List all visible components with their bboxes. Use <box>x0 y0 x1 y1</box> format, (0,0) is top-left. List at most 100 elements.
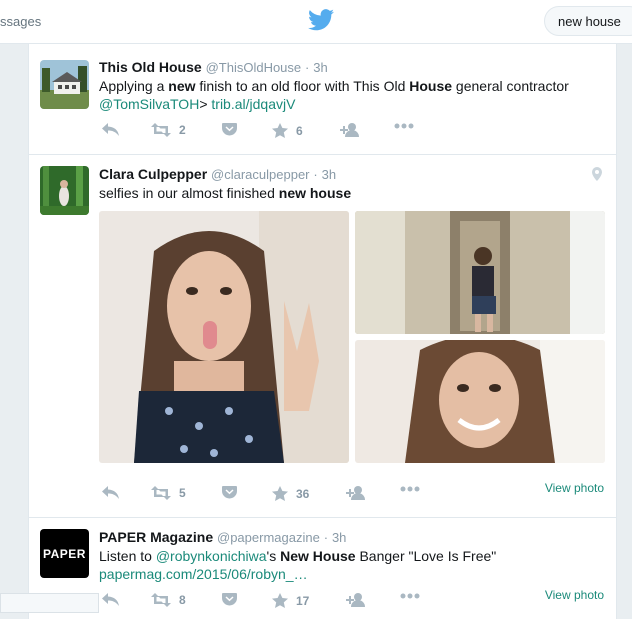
pocket-button[interactable] <box>222 593 237 607</box>
timestamp[interactable]: 3h <box>322 167 336 182</box>
more-dots-icon <box>400 593 420 599</box>
retweet-count: 2 <box>179 123 186 137</box>
text-part: 's <box>266 548 281 564</box>
tweet-actions: 8 17 <box>99 593 539 613</box>
selfie-photo <box>99 211 349 463</box>
retweet-count: 5 <box>179 486 186 500</box>
tweet-this-old-house[interactable]: This Old House @ThisOldHouse · 3h Applyi… <box>29 44 616 155</box>
text-highlight: new house <box>278 185 352 201</box>
like-count: 6 <box>296 123 303 138</box>
media-photo-3[interactable] <box>355 340 605 463</box>
like-count: 36 <box>296 486 310 501</box>
more-dots-icon <box>394 123 414 129</box>
tweet-actions: 5 36 <box>99 486 539 506</box>
star-icon <box>272 123 288 138</box>
tweet-header: Clara Culpepper @claraculpepper · 3h <box>99 166 336 182</box>
like-button[interactable]: 6 <box>272 123 303 138</box>
text-part: Banger "Love Is Free" <box>355 548 497 564</box>
follow-button[interactable] <box>346 593 366 607</box>
location-pin-icon[interactable] <box>592 167 602 181</box>
pocket-icon <box>222 486 237 499</box>
retweet-button[interactable]: 5 <box>151 486 186 500</box>
star-icon <box>272 486 288 501</box>
media-photo-1[interactable] <box>99 211 349 463</box>
reply-icon <box>102 593 119 606</box>
username[interactable]: @claraculpepper <box>211 167 309 182</box>
fullname[interactable]: PAPER Magazine <box>99 529 213 545</box>
separator: · <box>323 530 329 545</box>
like-button[interactable]: 36 <box>272 486 309 501</box>
nav-messages[interactable]: ssages <box>0 14 41 29</box>
add-user-icon <box>340 123 359 137</box>
reply-icon <box>102 486 119 499</box>
tweet-header: This Old House @ThisOldHouse · 3h <box>99 59 328 75</box>
forest-avatar-image <box>40 166 89 215</box>
retweet-icon <box>151 123 171 137</box>
fullname[interactable]: This Old House <box>99 59 202 75</box>
reply-button[interactable] <box>102 486 119 499</box>
mirror-selfie-photo <box>355 211 605 334</box>
tweet-text: Listen to @robynkonichiwa's New House Ba… <box>99 547 609 583</box>
smiling-selfie-photo <box>355 340 605 463</box>
text-part: Listen to <box>99 548 156 564</box>
more-dots-icon <box>400 486 420 492</box>
avatar[interactable] <box>40 60 89 109</box>
view-photo-link[interactable]: View photo <box>545 588 604 602</box>
more-button[interactable] <box>400 486 420 492</box>
fullname[interactable]: Clara Culpepper <box>99 166 207 182</box>
add-user-icon <box>346 486 365 500</box>
tweet-paper-magazine[interactable]: PAPER PAPER Magazine @papermagazine · 3h… <box>29 518 616 619</box>
pocket-button[interactable] <box>222 486 237 500</box>
timestamp[interactable]: 3h <box>332 530 346 545</box>
timestamp[interactable]: 3h <box>313 60 327 75</box>
url-link[interactable]: trib.al/jdqavjV <box>211 96 295 112</box>
bottom-panel-edge <box>0 593 99 613</box>
retweet-button[interactable]: 2 <box>151 123 186 137</box>
mention-link[interactable]: @TomSilvaTOH <box>99 96 199 112</box>
text-highlight: House <box>409 78 453 94</box>
text-highlight: New House <box>280 548 356 564</box>
separator: · <box>313 167 318 182</box>
star-icon <box>272 593 288 608</box>
url-link[interactable]: papermag.com/2015/06/robyn_… <box>99 566 308 582</box>
tweet-stream: This Old House @ThisOldHouse · 3h Applyi… <box>28 44 617 619</box>
text-part: general contractor <box>452 78 569 94</box>
top-bar: ssages new house <box>0 0 632 44</box>
separator: · <box>305 60 310 75</box>
avatar[interactable] <box>40 166 89 215</box>
text-highlight: new <box>168 78 196 94</box>
more-button[interactable] <box>400 593 420 599</box>
twitter-bird-icon[interactable] <box>308 9 334 31</box>
text-part: finish to an old floor with This Old <box>195 78 410 94</box>
search-input[interactable]: new house <box>544 6 632 36</box>
text-part: selfies in our almost finished <box>99 185 279 201</box>
follow-button[interactable] <box>346 486 366 500</box>
tweet-text: selfies in our almost finished new house <box>99 184 609 202</box>
more-button[interactable] <box>394 123 414 129</box>
avatar[interactable]: PAPER <box>40 529 89 578</box>
username[interactable]: @papermagazine <box>217 530 320 545</box>
add-user-icon <box>346 593 365 607</box>
retweet-icon <box>151 593 171 607</box>
username[interactable]: @ThisOldHouse <box>206 60 302 75</box>
tweet-text: Applying a new finish to an old floor wi… <box>99 77 609 113</box>
tweet-actions: 2 6 <box>99 123 539 143</box>
pocket-button[interactable] <box>222 123 237 137</box>
reply-button[interactable] <box>102 123 119 136</box>
reply-button[interactable] <box>102 593 119 606</box>
mention-link[interactable]: @robynkonichiwa <box>156 548 267 564</box>
retweet-count: 8 <box>179 593 186 607</box>
pocket-icon <box>222 593 237 606</box>
like-count: 17 <box>296 593 310 608</box>
follow-button[interactable] <box>340 123 360 137</box>
tweet-clara-culpepper[interactable]: Clara Culpepper @claraculpepper · 3h sel… <box>29 155 616 518</box>
tweet-header: PAPER Magazine @papermagazine · 3h <box>99 529 346 545</box>
pocket-icon <box>222 123 237 136</box>
view-photo-link[interactable]: View photo <box>545 481 604 495</box>
text-part: > <box>199 96 212 112</box>
retweet-button[interactable]: 8 <box>151 593 186 607</box>
media-photo-2[interactable] <box>355 211 605 334</box>
like-button[interactable]: 17 <box>272 593 309 608</box>
reply-icon <box>102 123 119 136</box>
text-part: Applying a <box>99 78 169 94</box>
